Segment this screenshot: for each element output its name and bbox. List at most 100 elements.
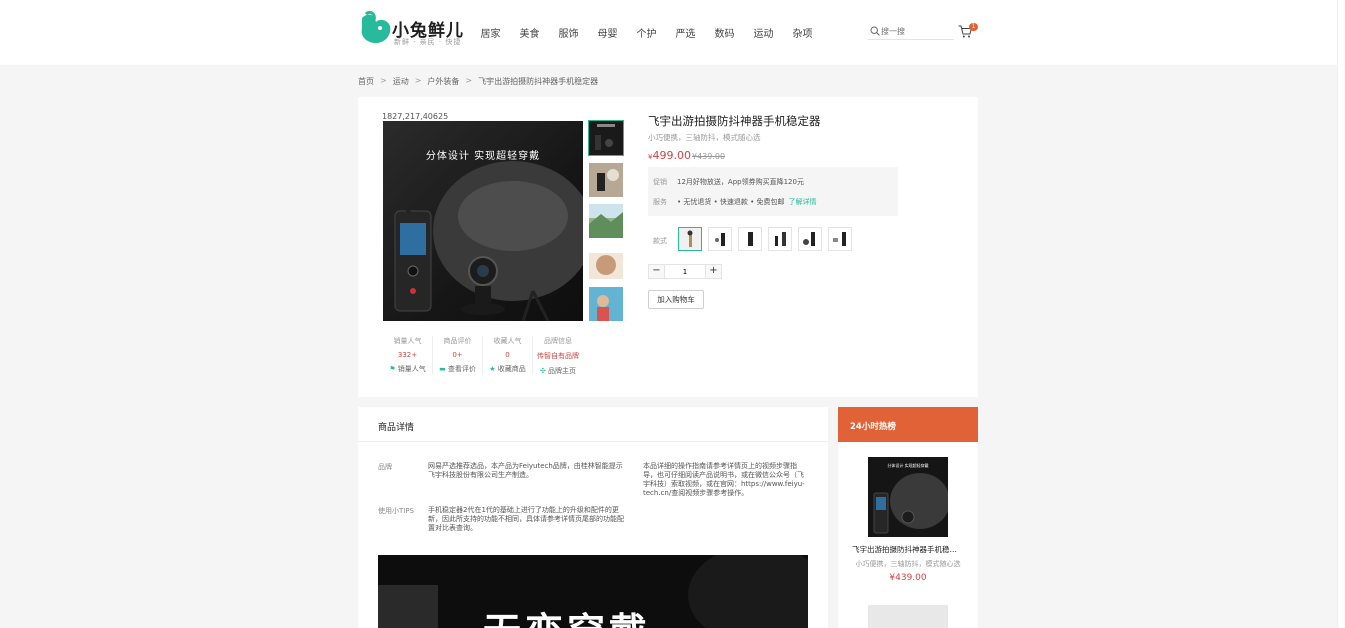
nav-item-misc[interactable]: 杂项: [783, 25, 822, 40]
thumbnail-2[interactable]: [589, 163, 623, 197]
comment-icon: ▬: [439, 365, 446, 373]
breadcrumb-home[interactable]: 首页: [358, 76, 374, 87]
service-label: 服务: [653, 198, 667, 206]
hot-item-image[interactable]: 分体设计 实现超轻穿戴: [868, 457, 948, 537]
quantity-stepper: − +: [648, 264, 722, 279]
logo-slogan: 新鲜 · 亲民 · 快捷: [394, 38, 462, 46]
flag-icon: ⚑: [389, 365, 396, 373]
add-to-cart-button[interactable]: 加入购物车: [648, 290, 704, 309]
attr-tips-value: 手机稳定器2代在1代的基础上进行了功能上的升级和配件的更新，因此所支持的功能不相…: [428, 506, 624, 532]
hot-list-header: 24小时热榜: [838, 407, 978, 442]
breadcrumb-outdoor[interactable]: 户外装备: [427, 76, 459, 87]
product-old-price: ¥439.00: [692, 152, 726, 161]
nav-item-apparel[interactable]: 服饰: [549, 25, 588, 40]
style-option-3[interactable]: [738, 227, 762, 251]
thumbnail-5[interactable]: [589, 287, 623, 321]
style-label: 款式: [653, 237, 667, 245]
nav-item-food[interactable]: 美食: [510, 25, 549, 40]
style-option-1[interactable]: [678, 227, 702, 251]
hot-item-name[interactable]: 飞宇出游拍摄防抖神器手机稳定器: [852, 544, 964, 555]
detail-banner-image: 无恋穿戴: [378, 555, 808, 628]
thumbnail-5-image: [589, 287, 623, 321]
nav-item-care[interactable]: 个护: [627, 25, 666, 40]
stat-favorites-label: 收藏人气: [493, 337, 522, 345]
nav-item-sports[interactable]: 运动: [744, 25, 783, 40]
attr-guide-value: 本品详细的操作指南请参考详情页上的视频步骤指导，也可仔细阅读产品说明书，或在微信…: [643, 462, 805, 497]
promo-text: 12月好物放送，App领券购买直降120元: [677, 178, 804, 186]
style-option-5[interactable]: [798, 227, 822, 251]
product-description: 小巧便携，三轴防抖，模式随心选: [648, 133, 761, 142]
promo-row: 促销 12月好物放送，App领券购买直降120元: [653, 177, 804, 187]
quantity-decrease-button[interactable]: −: [649, 265, 664, 278]
hot-list-panel: 24小时热榜 分体设计 实现超轻穿戴 飞宇出游拍摄防抖神器手机稳定器 小巧便携，…: [838, 407, 978, 628]
stat-brand-link[interactable]: ✣ 品牌主页: [533, 366, 583, 376]
style-options: [678, 227, 858, 251]
attr-brand-value: 网易严选推荐选品，本产品为Feiyutech品牌，由桂林智能提示飞宇科技股份有限…: [428, 462, 623, 479]
stat-sales-link[interactable]: ⚑ 销量人气: [383, 364, 432, 374]
stat-brand-link-text: 品牌主页: [548, 367, 577, 375]
cart-count-badge: 1: [969, 23, 978, 31]
stat-brand-value: 传智自有品牌: [537, 352, 579, 360]
style-option-5-image: [803, 232, 815, 246]
thumbnail-4[interactable]: [589, 245, 623, 279]
service-value: • 无忧退货 • 快速退款 • 免费包邮 了解详情: [677, 197, 817, 207]
style-option-6-image: [833, 232, 846, 246]
thumbnail-1[interactable]: [588, 120, 624, 156]
page-scrollbar[interactable]: [1337, 0, 1345, 628]
nav-item-home[interactable]: 居家: [471, 25, 510, 40]
quantity-increase-button[interactable]: +: [706, 265, 721, 278]
hot-item-desc: 小巧便携，三轴防抖，模式随心选: [855, 560, 961, 568]
product-stats: 销量人气 332+ ⚑ 销量人气 商品评价 0+ ▬ 查看评价 收藏人气 0 ★…: [383, 336, 583, 376]
detail-banner-text: 无恋穿戴: [483, 601, 651, 628]
search-input[interactable]: [881, 25, 953, 38]
stat-favorites-link[interactable]: ★ 收藏商品: [483, 364, 532, 374]
stat-sales-value: 332+: [397, 351, 418, 359]
main-product-image[interactable]: 分体设计 实现超轻穿戴: [383, 121, 583, 321]
stat-reviews-link[interactable]: ▬ 查看评价: [433, 364, 482, 374]
nav-item-digital[interactable]: 数码: [705, 25, 744, 40]
price-value: 499.00: [652, 149, 691, 162]
details-header: 商品详情: [358, 407, 828, 442]
style-option-2-image: [715, 233, 725, 246]
stat-favorites-value: 0: [505, 351, 510, 359]
hot-item-price: ¥439.00: [889, 573, 927, 583]
breadcrumb-separator: >: [465, 76, 473, 85]
stat-reviews-link-text: 查看评价: [447, 365, 476, 373]
thumbnail-3-image: [589, 204, 623, 238]
quantity-input[interactable]: [664, 265, 706, 278]
site-header: 小兔鲜儿 新鲜 · 亲民 · 快捷 居家 美食 服饰 母婴 个护 严选 数码 运…: [0, 0, 1345, 65]
stat-brand-label: 品牌信息: [544, 337, 572, 345]
product-price: ¥499.00: [648, 149, 691, 162]
thumbnail-2-image: [589, 163, 623, 197]
style-option-4[interactable]: [768, 227, 792, 251]
service-details-link[interactable]: 了解详情: [789, 198, 817, 206]
style-option-6[interactable]: [828, 227, 852, 251]
sku-id: 1827,217,40625: [382, 112, 449, 121]
stat-sales-label: 销量人气: [393, 337, 422, 345]
nav-item-select[interactable]: 严选: [666, 25, 705, 40]
product-title: 飞宇出游拍摄防抖神器手机稳定器: [648, 114, 821, 128]
service-row: 服务 • 无忧退货 • 快速退款 • 免费包邮 了解详情: [653, 197, 817, 207]
thumbnail-1-image: [595, 124, 615, 150]
stat-sales-link-text: 销量人气: [397, 365, 426, 373]
nav-item-baby[interactable]: 母婴: [588, 25, 627, 40]
details-heading: 商品详情: [378, 423, 415, 433]
stabilizer-illustration: [394, 161, 583, 321]
breadcrumb-sports[interactable]: 运动: [393, 76, 409, 87]
search-box: [868, 24, 954, 40]
search-icon[interactable]: [870, 26, 880, 36]
style-option-2[interactable]: [708, 227, 732, 251]
thumbnail-3[interactable]: [589, 204, 623, 238]
stat-brand: 品牌信息 传智自有品牌 ✣ 品牌主页: [533, 336, 583, 376]
attr-brand-name: 品牌: [378, 463, 392, 471]
breadcrumb-separator: >: [414, 76, 422, 85]
stat-reviews: 商品评价 0+ ▬ 查看评价: [433, 336, 483, 374]
star-icon: ★: [489, 365, 496, 373]
brand-icon: ✣: [539, 367, 546, 375]
stat-favorites-link-text: 收藏商品: [497, 365, 526, 373]
service-text: • 无忧退货 • 快速退款 • 免费包邮: [677, 198, 785, 206]
promo-box: 促销 12月好物放送，App领券购买直降120元 服务 • 无忧退货 • 快速退…: [648, 167, 898, 216]
stat-sales: 销量人气 332+ ⚑ 销量人气: [383, 336, 433, 374]
product-details-panel: 商品详情 品牌 网易严选推荐选品，本产品为Feiyutech品牌，由桂林智能提示…: [358, 407, 828, 628]
hot-item-2-image[interactable]: [868, 605, 948, 628]
